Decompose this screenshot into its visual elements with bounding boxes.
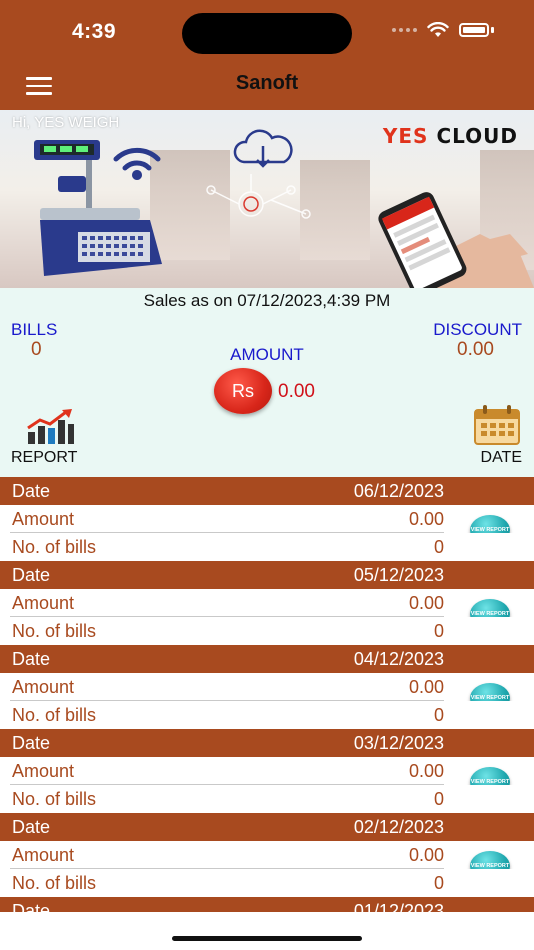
amount-row: Amount 0.00 VIEW REPORT [0, 505, 534, 545]
promo-banner: Hi, YES WEIGH YES CLOUD [0, 110, 534, 288]
bills-row: No. of bills 0 [0, 701, 534, 729]
daily-sales-list: Date 06/12/2023 Amount 0.00 VIEW REPORT No… [0, 477, 534, 925]
calendar-icon[interactable] [473, 404, 521, 446]
report-chart-icon[interactable] [26, 408, 76, 446]
bottom-safe-area [0, 912, 534, 950]
date-row: Date 05/12/2023 [0, 561, 534, 589]
date-row: Date 03/12/2023 [0, 729, 534, 757]
wifi-icon [427, 22, 449, 37]
date-row: Date 02/12/2023 [0, 813, 534, 841]
amount-row: Amount 0.00 VIEW REPORT [0, 589, 534, 629]
bills-row: No. of bills 0 [0, 785, 534, 813]
amount-value: 0.00 [278, 381, 315, 402]
smartphone-image [378, 192, 534, 288]
battery-icon [459, 23, 489, 37]
bills-row: No. of bills 0 [0, 869, 534, 897]
date-row: Date 06/12/2023 [0, 477, 534, 505]
amount-row: Amount 0.00 VIEW REPORT [0, 757, 534, 797]
greeting-text: Hi, YES WEIGH [12, 114, 120, 131]
discount-label: DISCOUNT [433, 320, 522, 339]
wireless-icon [113, 147, 161, 180]
report-button-label[interactable]: REPORT [11, 449, 77, 467]
sales-summary-panel: Sales as on 07/12/2023,4:39 PM BILLS 0 D… [0, 288, 534, 477]
brand-logo: YES CLOUD [382, 124, 518, 148]
bills-row: No. of bills 0 [0, 617, 534, 645]
page-title: Sanoft [235, 72, 299, 94]
dynamic-island [182, 13, 352, 54]
signal-icon [392, 28, 417, 32]
status-time: 4:39 [72, 20, 117, 43]
network-graphic [206, 174, 311, 219]
amount-row: Amount 0.00 VIEW REPORT [0, 673, 534, 713]
home-indicator[interactable] [172, 936, 362, 941]
sales-date-text: Sales as on 07/12/2023,4:39 PM [143, 291, 391, 310]
date-row: Date 04/12/2023 [0, 645, 534, 673]
cloud-download-icon [233, 129, 293, 168]
status-icons [392, 22, 494, 38]
bills-label: BILLS [11, 320, 58, 339]
bills-row: No. of bills 0 [0, 533, 534, 561]
currency-badge: Rs [214, 368, 272, 414]
amount-row: Amount 0.00 VIEW REPORT [0, 841, 534, 881]
amount-label: AMOUNT [230, 345, 304, 364]
date-button-label[interactable]: DATE [481, 449, 522, 467]
app-header: 4:39 Sanoft [0, 0, 534, 110]
